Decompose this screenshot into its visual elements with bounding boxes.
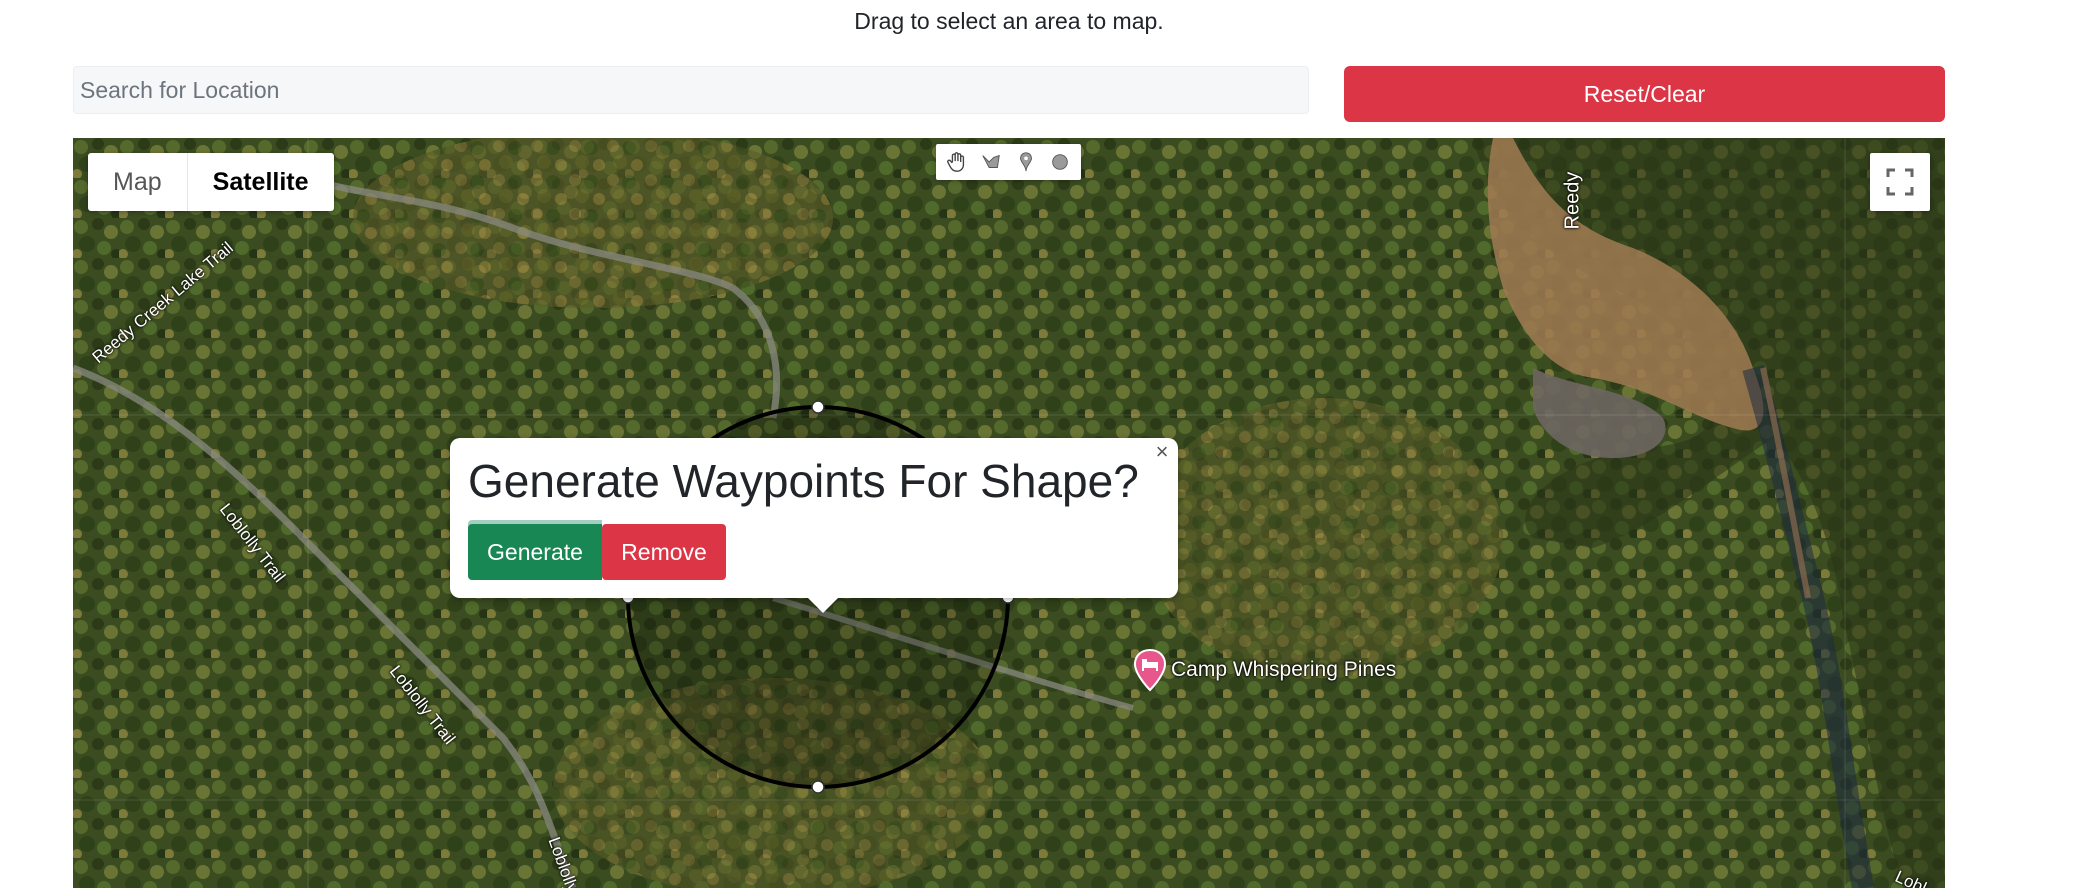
marker-icon[interactable] <box>1012 148 1040 176</box>
poi-label: Camp Whispering Pines <box>1171 658 1397 681</box>
circle-icon[interactable] <box>1046 148 1074 176</box>
fullscreen-button[interactable] <box>1870 153 1930 211</box>
fullscreen-icon <box>1886 168 1914 196</box>
drawing-toolbar <box>936 144 1081 180</box>
generate-waypoints-dialog: × Generate Waypoints For Shape? Generate… <box>450 438 1178 613</box>
remove-button[interactable]: Remove <box>602 524 726 580</box>
road-label-reedy: Reedy <box>1561 171 1584 230</box>
lodging-pin-icon <box>1133 648 1167 692</box>
popup-tail <box>807 597 839 613</box>
map-type-control: Map Satellite <box>88 153 334 211</box>
map-type-map[interactable]: Map <box>88 153 187 211</box>
map-type-satellite[interactable]: Satellite <box>186 153 334 211</box>
instruction-text: Drag to select an area to map. <box>854 8 1164 34</box>
poi-marker[interactable]: Camp Whispering Pines <box>1133 648 1396 692</box>
generate-button[interactable]: Generate <box>468 524 602 580</box>
polyline-icon[interactable] <box>977 148 1005 176</box>
circle-handle-top[interactable] <box>811 400 825 414</box>
search-input[interactable] <box>73 66 1309 114</box>
hand-icon[interactable] <box>943 148 971 176</box>
map-area[interactable]: Reedy Creek Lake Trail Loblolly Trail Lo… <box>73 138 1945 888</box>
circle-handle-bottom[interactable] <box>811 780 825 794</box>
dialog-title: Generate Waypoints For Shape? <box>468 455 1139 507</box>
close-icon[interactable]: × <box>1152 441 1172 463</box>
reset-clear-button[interactable]: Reset/Clear <box>1344 66 1945 122</box>
dialog-actions: Generate Remove <box>468 524 726 580</box>
